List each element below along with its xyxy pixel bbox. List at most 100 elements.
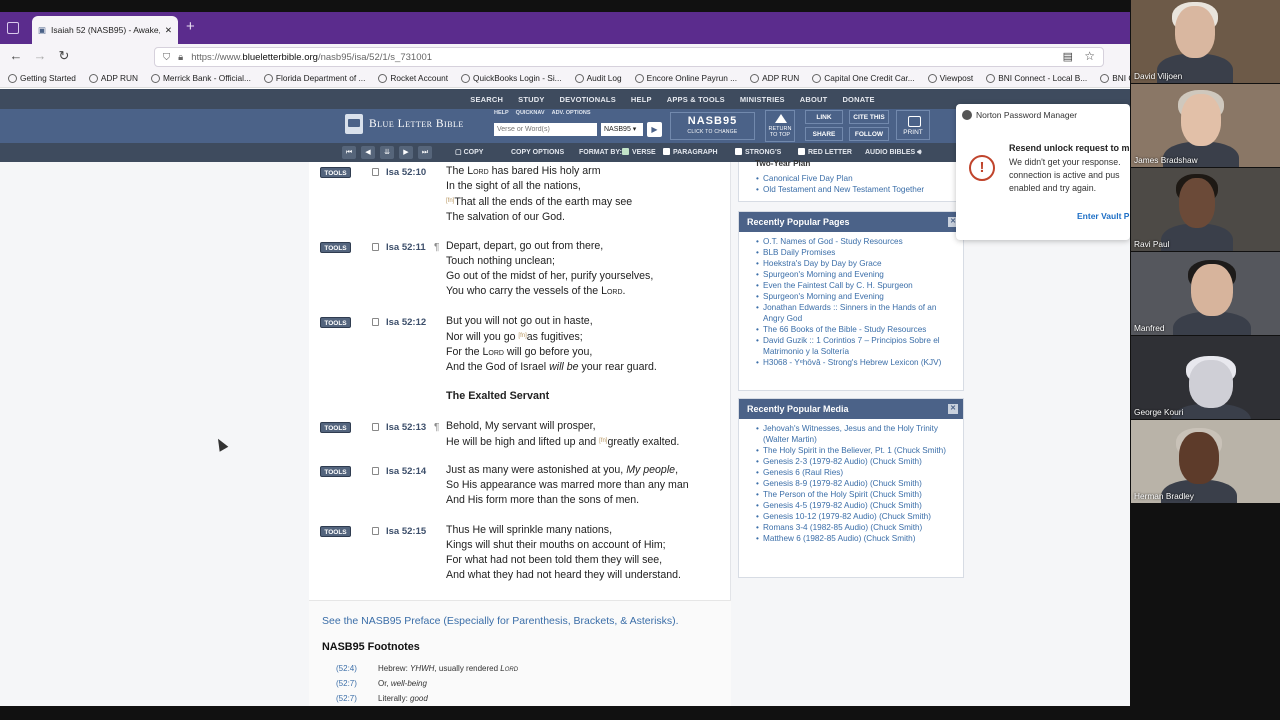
site-nav-help[interactable]: HELP: [631, 95, 652, 104]
list-item[interactable]: Old Testament and New Testament Together: [756, 184, 955, 195]
list-item[interactable]: Genesis 6 (Raul Ries): [756, 467, 955, 478]
list-item[interactable]: Genesis 10-12 (1979-82 Audio) (Chuck Smi…: [756, 511, 955, 522]
audio-bibles-button[interactable]: AUDIO BIBLES 🔊︎: [865, 146, 922, 159]
bookmark-item[interactable]: BNI Connect - Local B...: [986, 73, 1087, 83]
blb-logo[interactable]: Blue Letter Bible: [345, 114, 464, 134]
bookmark-item[interactable]: ADP RUN: [750, 73, 799, 83]
version-select[interactable]: NASB95 ▾: [601, 123, 643, 136]
bookmark-item[interactable]: Audit Log: [574, 73, 622, 83]
search-go-button[interactable]: ▶: [647, 122, 662, 137]
site-nav-devotionals[interactable]: DEVOTIONALS: [560, 95, 616, 104]
active-tab[interactable]: ▣ Isaiah 52 (NASB95) - Awake, aw ✕: [32, 16, 178, 44]
tools-button[interactable]: TOOLS: [320, 242, 351, 253]
list-item[interactable]: BLB Daily Promises: [756, 247, 955, 258]
site-nav-donate[interactable]: DONATE: [842, 95, 874, 104]
list-item[interactable]: Genesis 4-5 (1979-82 Audio) (Chuck Smith…: [756, 500, 955, 511]
bookmark-item[interactable]: Viewpost: [927, 73, 973, 83]
bookmark-item[interactable]: BNI Connect - Local B...: [1100, 73, 1130, 83]
bookmark-item[interactable]: ADP RUN: [88, 73, 138, 83]
list-item[interactable]: David Guzik :: 1 Corintios 7 – Principio…: [756, 335, 955, 357]
help-link[interactable]: HELP: [494, 110, 509, 116]
verse-format-toggle[interactable]: VERSE: [622, 146, 656, 159]
list-item[interactable]: H3068 - Yᵉhōvâ - Strong's Hebrew Lexicon…: [756, 357, 955, 368]
list-item[interactable]: Canonical Five Day Plan: [756, 173, 955, 184]
verse-reference[interactable]: Isa 52:10: [386, 167, 426, 178]
list-item[interactable]: Genesis 8-9 (1979-82 Audio) (Chuck Smith…: [756, 478, 955, 489]
site-nav-study[interactable]: STUDY: [518, 95, 544, 104]
copy-verse-icon[interactable]: [372, 243, 379, 251]
link-button[interactable]: LINK: [805, 110, 843, 124]
verse-reference[interactable]: Isa 52:12: [386, 317, 426, 328]
bookmark-item[interactable]: Getting Started: [8, 73, 76, 83]
tools-button[interactable]: TOOLS: [320, 167, 351, 178]
enter-vault-button[interactable]: Enter Vault P: [1077, 211, 1129, 221]
bookmark-item[interactable]: Merrick Bank - Official...: [151, 73, 251, 83]
bookmark-item[interactable]: Capital One Credit Car...: [812, 73, 915, 83]
footnote-ref[interactable]: (52:7): [336, 679, 358, 688]
tools-button[interactable]: TOOLS: [320, 422, 351, 433]
prev-chapter-icon[interactable]: ◀: [361, 146, 375, 159]
strongs-toggle[interactable]: STRONG'S: [735, 146, 781, 159]
copy-verse-icon[interactable]: [372, 168, 379, 176]
tools-button[interactable]: TOOLS: [320, 466, 351, 477]
list-item[interactable]: Even the Faintest Call by C. H. Spurgeon: [756, 280, 955, 291]
close-box-icon[interactable]: ✕: [948, 404, 958, 414]
footnote-ref[interactable]: (52:7): [336, 694, 358, 703]
bookmark-item[interactable]: Florida Department of ...: [263, 73, 365, 83]
new-tab-icon[interactable]: +: [186, 18, 202, 36]
address-bar[interactable]: ⛉ 🔒︎ https://www.blueletterbible.org/nas…: [154, 47, 1104, 67]
verse-reference[interactable]: Isa 52:13: [386, 422, 426, 433]
participant-tile[interactable]: David Viljoen: [1131, 0, 1280, 83]
reader-view-icon[interactable]: ▤: [1063, 50, 1073, 63]
close-tab-icon[interactable]: ✕: [165, 25, 172, 36]
list-item[interactable]: O.T. Names of God - Study Resources: [756, 236, 955, 247]
copy-button[interactable]: ▢ COPY: [455, 146, 483, 159]
back-icon[interactable]: ←: [7, 47, 25, 65]
list-item[interactable]: Romans 3-4 (1982-85 Audio) (Chuck Smith): [756, 522, 955, 533]
quicknav-link[interactable]: QUICKNAV: [516, 110, 545, 116]
last-chapter-icon[interactable]: ⏭: [418, 146, 432, 159]
follow-button[interactable]: FOLLOW: [849, 127, 889, 141]
cite-this-button[interactable]: CITE THIS: [849, 110, 889, 124]
copy-verse-icon[interactable]: [372, 423, 379, 431]
bookmark-item[interactable]: QuickBooks Login - Si...: [461, 73, 562, 83]
copy-verse-icon[interactable]: [372, 527, 379, 535]
list-item[interactable]: Spurgeon's Morning and Evening: [756, 269, 955, 280]
participant-tile[interactable]: George Kouri: [1131, 336, 1280, 419]
bookmark-item[interactable]: Rocket Account: [378, 73, 448, 83]
tools-button[interactable]: TOOLS: [320, 526, 351, 537]
list-item[interactable]: Matthew 6 (1982-85 Audio) (Chuck Smith): [756, 533, 955, 544]
bookmark-star-icon[interactable]: ☆: [1084, 49, 1095, 63]
search-input[interactable]: [494, 123, 597, 136]
verse-reference[interactable]: Isa 52:15: [386, 526, 426, 537]
bookmark-item[interactable]: Encore Online Payrun ...: [634, 73, 737, 83]
list-item[interactable]: Jehovah's Witnesses, Jesus and the Holy …: [756, 423, 955, 445]
participant-tile[interactable]: James Bradshaw: [1131, 84, 1280, 167]
site-nav-about[interactable]: ABOUT: [800, 95, 828, 104]
version-change-button[interactable]: NASB95 CLICK TO CHANGE: [670, 112, 755, 140]
tab-menu-icon[interactable]: [7, 22, 19, 34]
list-item[interactable]: Hoekstra's Day by Day by Grace: [756, 258, 955, 269]
red-letter-toggle[interactable]: RED LETTER: [798, 146, 852, 159]
list-item[interactable]: Genesis 2-3 (1979-82 Audio) (Chuck Smith…: [756, 456, 955, 467]
footnote-ref[interactable]: (52:4): [336, 664, 358, 673]
chapter-list-icon[interactable]: ⇊: [380, 146, 394, 159]
first-chapter-icon[interactable]: ⏮: [342, 146, 356, 159]
forward-icon[interactable]: →: [31, 47, 49, 65]
participant-tile[interactable]: Manfred: [1131, 252, 1280, 335]
site-nav-search[interactable]: SEARCH: [470, 95, 503, 104]
participant-tile[interactable]: Ravi Paul: [1131, 168, 1280, 251]
site-nav-apps-tools[interactable]: APPS & TOOLS: [667, 95, 725, 104]
verse-reference[interactable]: Isa 52:14: [386, 466, 426, 477]
list-item[interactable]: The Holy Spirit in the Believer, Pt. 1 (…: [756, 445, 955, 456]
copy-options-button[interactable]: COPY OPTIONS: [511, 146, 564, 159]
copy-verse-icon[interactable]: [372, 318, 379, 326]
verse-reference[interactable]: Isa 52:11: [386, 242, 426, 253]
list-item[interactable]: Jonathan Edwards :: Sinners in the Hands…: [756, 302, 955, 324]
copy-verse-icon[interactable]: [372, 467, 379, 475]
site-nav-ministries[interactable]: MINISTRIES: [740, 95, 785, 104]
paragraph-format-toggle[interactable]: PARAGRAPH: [663, 146, 718, 159]
print-button[interactable]: PRINT: [896, 110, 930, 140]
list-item[interactable]: The Person of the Holy Spirit (Chuck Smi…: [756, 489, 955, 500]
tools-button[interactable]: TOOLS: [320, 317, 351, 328]
